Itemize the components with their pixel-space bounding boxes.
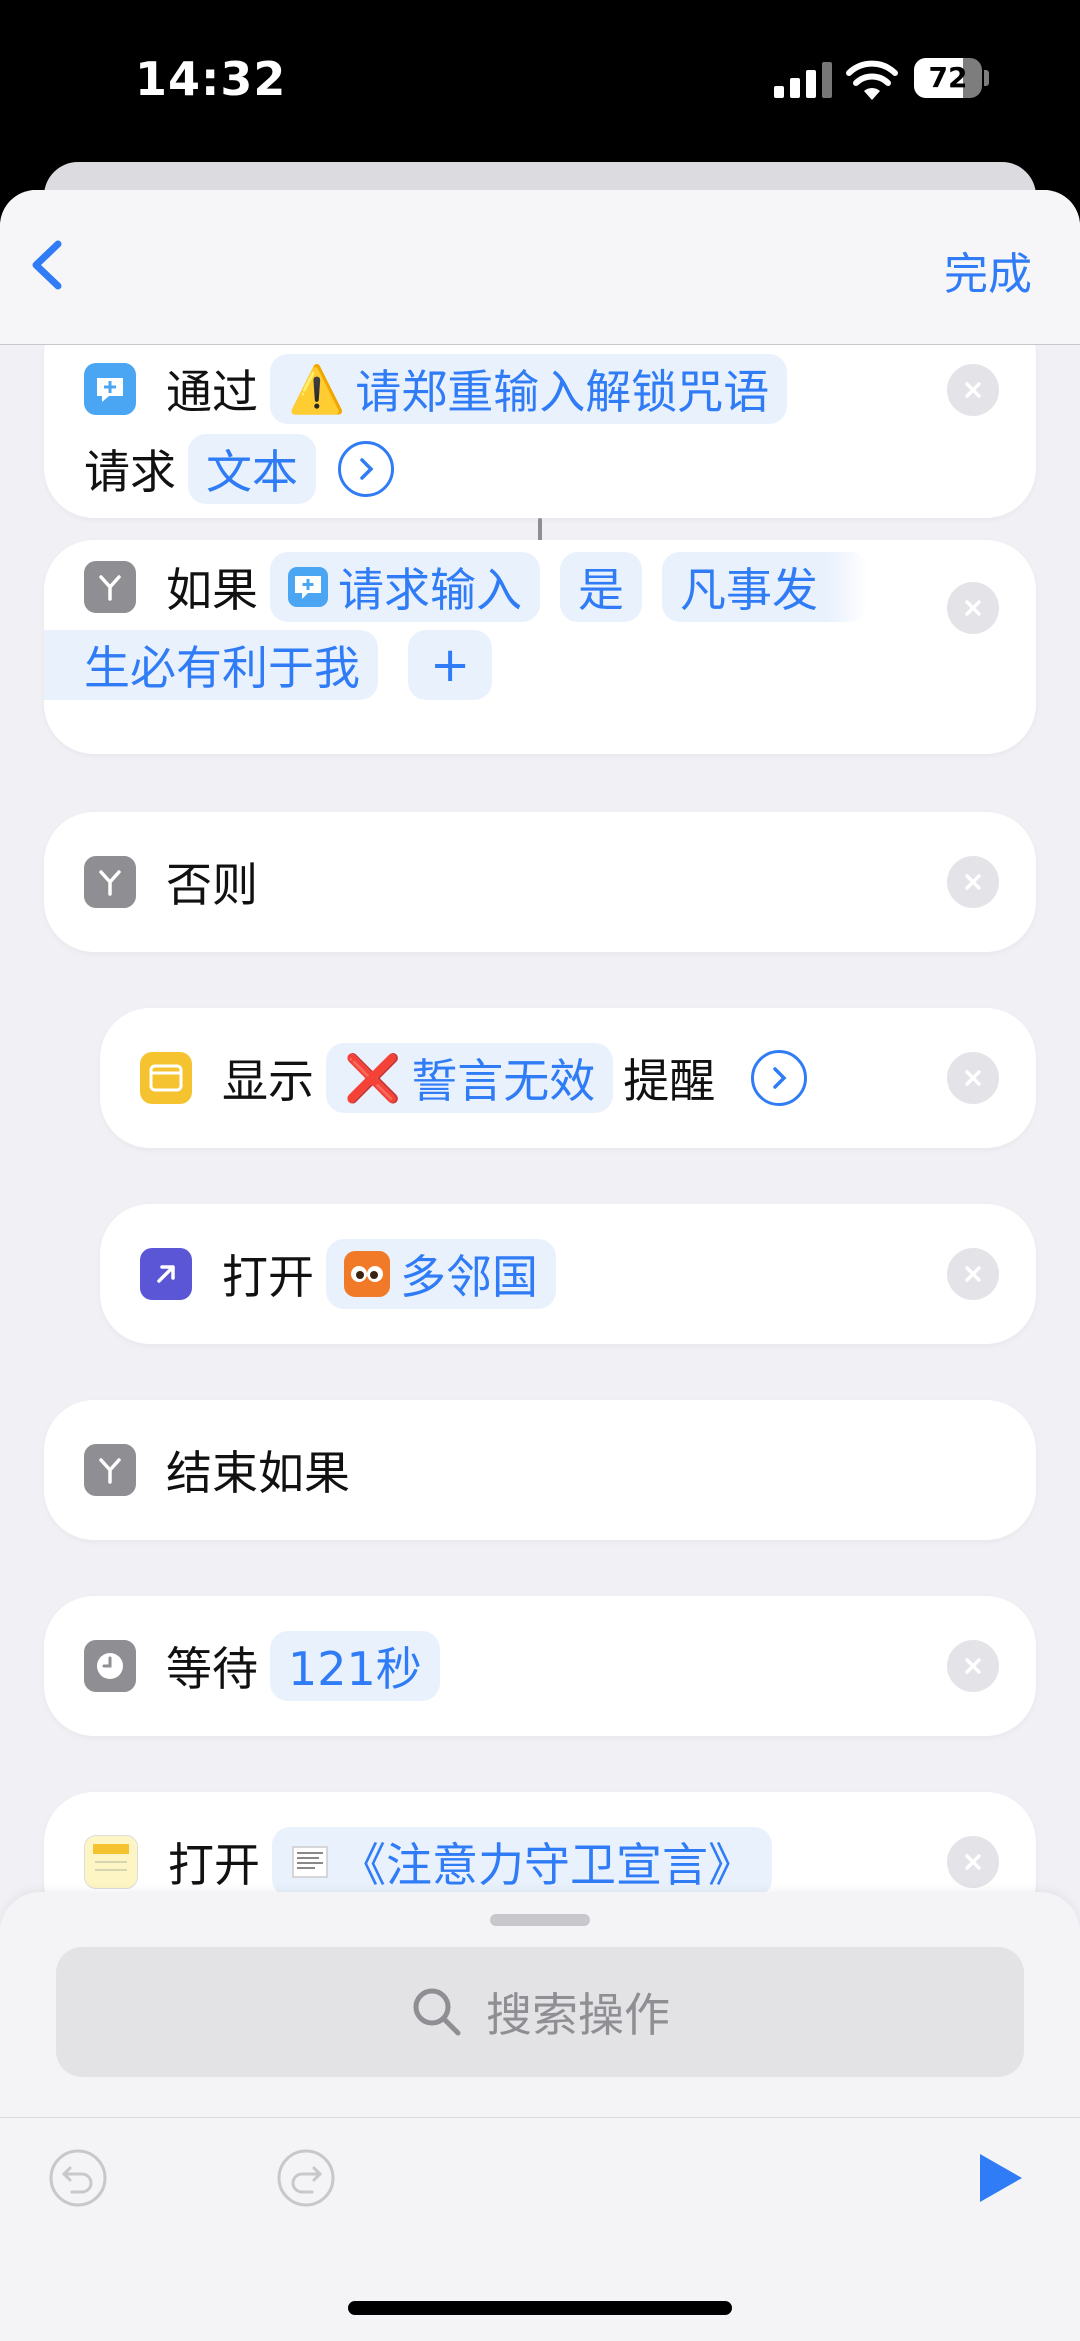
alert-text-token[interactable]: ❌ 誓言无效: [326, 1043, 614, 1113]
note-token[interactable]: 《注意力守卫宣言》: [272, 1827, 772, 1897]
back-button[interactable]: [22, 230, 72, 300]
panel-grabber[interactable]: [490, 1914, 590, 1926]
undo-icon[interactable]: [48, 2148, 108, 2208]
prompt-text: 请郑重输入解锁咒语: [355, 365, 770, 419]
ask-for-input-icon: [288, 567, 328, 607]
show-label: 显示: [222, 1054, 314, 1108]
duolingo-app-icon: [344, 1251, 390, 1297]
remove-action-button[interactable]: [947, 856, 999, 908]
branch-icon: [84, 561, 136, 613]
otherwise-label: 否则: [166, 858, 258, 912]
battery-indicator: 72: [914, 58, 982, 98]
alert-text: 誓言无效: [411, 1054, 596, 1108]
action-end-if[interactable]: 结束如果: [44, 1400, 1036, 1540]
cross-mark-emoji: ❌: [344, 1050, 402, 1105]
done-button[interactable]: 完成: [944, 238, 1032, 302]
action-wait[interactable]: 等待 121秒: [44, 1596, 1036, 1736]
prompt-token[interactable]: ⚠️ 请郑重输入解锁咒语: [270, 354, 788, 424]
app-name: 多邻国: [400, 1250, 538, 1304]
clock-icon: [84, 1640, 136, 1692]
status-bar: 14:32 72: [0, 0, 1080, 160]
remove-action-button[interactable]: [947, 1836, 999, 1888]
variable-text: 请求输入: [338, 563, 522, 617]
remove-action-button[interactable]: [947, 582, 999, 634]
search-field[interactable]: 搜索操作: [56, 1947, 1024, 2077]
battery-percent: 72: [928, 61, 968, 94]
ask-for-input-icon: [84, 363, 136, 415]
search-icon: [413, 1988, 461, 2036]
duration-token[interactable]: 121秒: [270, 1631, 440, 1701]
open-app-icon: [140, 1248, 192, 1300]
if-label: 如果: [166, 563, 258, 617]
notes-icon: [84, 1835, 138, 1889]
condition-token[interactable]: 是: [560, 552, 642, 622]
play-icon[interactable]: [972, 2150, 1028, 2206]
connector-line: [538, 518, 542, 542]
remove-action-button[interactable]: [947, 1248, 999, 1300]
expand-options-button[interactable]: [751, 1050, 808, 1106]
value-token-part2[interactable]: 生必有利于我: [44, 630, 378, 700]
wait-label: 等待: [166, 1642, 258, 1696]
remove-action-button[interactable]: [947, 1640, 999, 1692]
search-placeholder: 搜索操作: [486, 1988, 670, 2042]
cellular-signal-icon: [774, 62, 834, 98]
warning-emoji: ⚠️: [288, 361, 346, 416]
status-time: 14:32: [135, 52, 287, 106]
action-open-app[interactable]: 打开 多邻国: [100, 1204, 1036, 1344]
action-otherwise[interactable]: 否则: [44, 812, 1036, 952]
redo-icon[interactable]: [276, 2148, 336, 2208]
expand-options-button[interactable]: [338, 441, 394, 497]
document-icon: [290, 1842, 330, 1882]
ask-prefix-label: 通过: [166, 365, 258, 419]
action-show-alert[interactable]: 显示 ❌ 誓言无效 提醒: [100, 1008, 1036, 1148]
open-label: 打开: [222, 1250, 314, 1304]
remove-action-button[interactable]: [947, 364, 999, 416]
ask-request-label: 请求: [84, 445, 176, 499]
battery-cap: [984, 70, 989, 86]
variable-token[interactable]: 请求输入: [270, 552, 540, 622]
wifi-icon: [846, 60, 898, 100]
branch-icon: [84, 856, 136, 908]
home-indicator: [348, 2301, 732, 2315]
branch-icon: [84, 1444, 136, 1496]
open-note-label: 打开: [168, 1838, 260, 1892]
action-list: 通过 ⚠️ 请郑重输入解锁咒语 请求 文本 如果 请求输入 是 凡事发 生必有利…: [0, 344, 1080, 2089]
alert-window-icon: [140, 1052, 192, 1104]
shortcut-editor-sheet: 完成 通过 ⚠️ 请郑重输入解锁咒语 请求 文本 如果 请求输入 是 凡事发 生…: [0, 190, 1080, 2341]
action-if[interactable]: 如果 请求输入 是 凡事发 生必有利于我 +: [44, 540, 1036, 754]
add-condition-button[interactable]: +: [408, 630, 493, 700]
app-token[interactable]: 多邻国: [326, 1239, 556, 1309]
value-token-part1[interactable]: 凡事发: [662, 552, 868, 622]
end-if-label: 结束如果: [166, 1446, 350, 1500]
alert-suffix-label: 提醒: [623, 1054, 716, 1108]
action-ask-for-input[interactable]: 通过 ⚠️ 请郑重输入解锁咒语 请求 文本: [44, 344, 1036, 518]
remove-action-button[interactable]: [947, 1052, 999, 1104]
action-search-panel: 搜索操作: [0, 1892, 1080, 2341]
input-type-token[interactable]: 文本: [188, 434, 316, 504]
navigation-bar: 完成: [0, 190, 1080, 345]
note-title: 《注意力守卫宣言》: [340, 1838, 754, 1892]
